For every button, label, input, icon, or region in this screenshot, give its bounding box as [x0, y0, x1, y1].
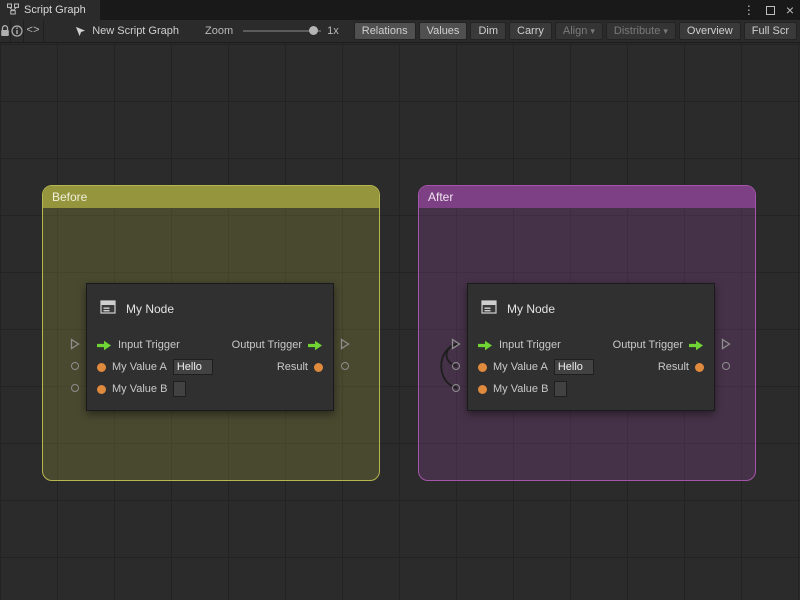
node-header[interactable]: My Node — [87, 284, 333, 334]
flow-input-icon[interactable] — [478, 340, 493, 351]
input-trigger-label: Input Trigger — [499, 339, 561, 351]
result-label: Result — [658, 361, 689, 373]
group-before-header[interactable]: Before — [43, 186, 379, 208]
group-title: Before — [52, 190, 87, 204]
outer-value-port[interactable] — [720, 360, 732, 372]
port-row: My Value B — [87, 378, 333, 400]
triangle-port-icon — [340, 338, 350, 350]
script-graph-icon — [7, 3, 19, 18]
flow-output-icon[interactable] — [308, 340, 323, 351]
lock-icon — [0, 25, 10, 37]
node-after-my-node[interactable]: My Node Input Trigger Output Trigger M — [467, 283, 715, 411]
output-trigger-label: Output Trigger — [613, 339, 683, 351]
align-button[interactable]: Align ▾ — [555, 22, 603, 40]
port-row: My Value A Result — [87, 356, 333, 378]
toolbar-buttons: Relations Values Dim Carry Align ▾ Distr… — [354, 22, 800, 40]
info-icon — [11, 25, 23, 37]
carry-button[interactable]: Carry — [509, 22, 552, 40]
outer-flow-output-port[interactable] — [720, 338, 732, 350]
value-port-icon[interactable] — [314, 363, 323, 372]
zoom-slider-knob[interactable] — [309, 26, 318, 35]
tab-script-graph[interactable]: Script Graph — [0, 0, 100, 20]
tab-title: Script Graph — [24, 4, 86, 16]
group-after-header[interactable]: After — [419, 186, 755, 208]
dim-button[interactable]: Dim — [470, 22, 506, 40]
maximize-icon[interactable] — [766, 6, 775, 15]
node-title: My Node — [126, 302, 174, 316]
relations-button[interactable]: Relations — [354, 22, 416, 40]
info-button[interactable] — [11, 20, 23, 42]
graph-asset-icon — [75, 26, 86, 37]
output-trigger-label: Output Trigger — [232, 339, 302, 351]
graph-canvas[interactable]: Before After — [0, 43, 800, 600]
group-title: After — [428, 190, 453, 204]
script-graph-window: Script Graph ⋮ × <> — [0, 0, 800, 600]
port-row: Input Trigger Output Trigger — [468, 334, 714, 356]
outer-flow-output-port[interactable] — [339, 338, 351, 350]
graph-toolbar: <> New Script Graph Zoom 1x Relations Va… — [0, 20, 800, 43]
lock-button[interactable] — [0, 20, 10, 42]
code-view-button[interactable]: <> — [23, 20, 43, 42]
value-b-label: My Value B — [493, 383, 548, 395]
value-port-icon[interactable] — [97, 363, 106, 372]
value-b-label: My Value B — [112, 383, 167, 395]
flow-output-icon[interactable] — [689, 340, 704, 351]
value-b-input[interactable] — [173, 381, 186, 397]
outer-value-port[interactable] — [69, 360, 81, 372]
chevron-down-icon: ▾ — [663, 26, 668, 37]
triangle-port-icon — [721, 338, 731, 350]
close-icon[interactable]: × — [786, 3, 794, 17]
outer-value-port[interactable] — [69, 382, 81, 394]
zoom-label: Zoom — [205, 25, 233, 37]
outer-flow-input-port[interactable] — [69, 338, 81, 350]
triangle-port-icon — [70, 338, 80, 350]
node-icon — [99, 298, 117, 321]
overview-button[interactable]: Overview — [679, 22, 741, 40]
node-before-my-node[interactable]: My Node Input Trigger Output Trigger M — [86, 283, 334, 411]
node-title: My Node — [507, 302, 555, 316]
window-menu-icon[interactable]: ⋮ — [743, 4, 755, 16]
value-b-input[interactable] — [554, 381, 567, 397]
flow-input-icon[interactable] — [97, 340, 112, 351]
value-a-input[interactable] — [173, 359, 213, 375]
outer-value-port[interactable] — [339, 360, 351, 372]
input-trigger-label: Input Trigger — [118, 339, 180, 351]
zoom-value: 1x — [327, 25, 339, 37]
outer-value-port[interactable] — [450, 382, 462, 394]
zoom-control: Zoom 1x — [205, 24, 339, 38]
triangle-port-icon — [451, 338, 461, 350]
value-port-icon[interactable] — [97, 385, 106, 394]
outer-flow-input-port[interactable] — [450, 338, 462, 350]
value-a-input[interactable] — [554, 359, 594, 375]
node-header[interactable]: My Node — [468, 284, 714, 334]
values-button[interactable]: Values — [419, 22, 468, 40]
port-row: My Value B — [468, 378, 714, 400]
value-port-icon[interactable] — [478, 385, 487, 394]
value-a-label: My Value A — [112, 361, 167, 373]
outer-value-port[interactable] — [450, 360, 462, 372]
node-icon — [480, 298, 498, 321]
tab-strip: Script Graph ⋮ × — [0, 0, 800, 20]
window-controls: ⋮ × — [743, 0, 794, 20]
zoom-slider[interactable] — [243, 24, 321, 38]
graph-name-label: New Script Graph — [92, 25, 179, 37]
value-port-icon[interactable] — [478, 363, 487, 372]
port-row: Input Trigger Output Trigger — [87, 334, 333, 356]
value-port-icon[interactable] — [695, 363, 704, 372]
graph-breadcrumb[interactable]: New Script Graph — [75, 25, 179, 37]
fullscreen-button[interactable]: Full Scr — [744, 22, 797, 40]
result-label: Result — [277, 361, 308, 373]
value-a-label: My Value A — [493, 361, 548, 373]
distribute-button[interactable]: Distribute ▾ — [606, 22, 676, 40]
port-row: My Value A Result — [468, 356, 714, 378]
chevron-down-icon: ▾ — [590, 26, 595, 37]
